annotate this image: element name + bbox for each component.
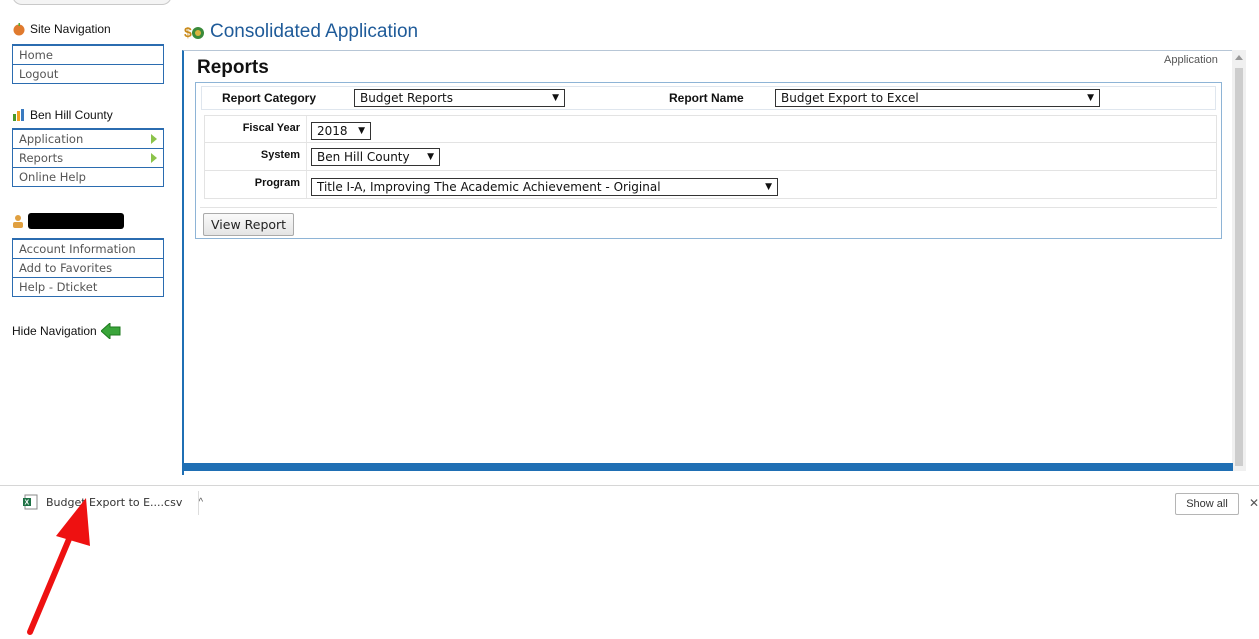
- download-bar: X Budget Export to E....csv ^ Show all ✕: [0, 485, 1259, 519]
- redacted-username: [28, 213, 124, 229]
- sidebar-item-logout[interactable]: Logout: [12, 65, 164, 84]
- site-navigation-header: Site Navigation: [12, 20, 111, 38]
- district-menu: Application Reports Online Help: [12, 128, 164, 187]
- row-divider: [306, 143, 307, 170]
- red-annotation-arrow-icon: [27, 498, 90, 635]
- system-value: Ben Hill County: [317, 150, 410, 164]
- system-select[interactable]: Ben Hill County ▼: [311, 148, 440, 166]
- sidebar-item-label: Application: [19, 132, 84, 146]
- app-title: $ Consolidated Application: [184, 21, 418, 43]
- user-menu: Account Information Add to Favorites Hel…: [12, 238, 164, 297]
- report-name-value: Budget Export to Excel: [781, 91, 919, 105]
- view-report-button[interactable]: View Report: [203, 213, 295, 236]
- fiscal-year-select[interactable]: 2018 ▼: [311, 122, 371, 140]
- money-logo-icon: $: [184, 24, 204, 40]
- application-corner-label: Application: [1164, 54, 1218, 66]
- report-category-value: Budget Reports: [360, 91, 454, 105]
- bar-chart-icon: [13, 109, 24, 121]
- sidebar-top-tab: [12, 0, 172, 5]
- apple-icon: [13, 23, 25, 36]
- sidebar-item-label: Reports: [19, 151, 64, 165]
- sidebar-item-application[interactable]: Application: [12, 130, 164, 149]
- program-row: Program Title I-A, Improving The Academi…: [204, 171, 1217, 199]
- frame-bottom-bar: [182, 463, 1233, 471]
- sidebar-item-label: Help - Dticket: [19, 280, 98, 294]
- expand-arrow-icon: [151, 153, 157, 163]
- sidebar-item-home[interactable]: Home: [12, 46, 164, 65]
- left-arrow-icon: [100, 323, 121, 339]
- report-form: Report Category Budget Reports ▼ Report …: [195, 82, 1222, 239]
- system-row: System Ben Hill County ▼: [204, 143, 1217, 171]
- expand-arrow-icon: [151, 134, 157, 144]
- dropdown-caret-icon: ▼: [765, 182, 772, 192]
- vertical-scrollbar[interactable]: [1232, 50, 1246, 471]
- scroll-up-icon[interactable]: [1235, 55, 1243, 60]
- row-divider: [306, 171, 307, 198]
- program-value: Title I-A, Improving The Academic Achiev…: [317, 180, 661, 194]
- fiscal-year-label: Fiscal Year: [242, 122, 300, 134]
- sidebar-item-label: Online Help: [19, 170, 86, 184]
- close-icon[interactable]: ✕: [1249, 496, 1259, 510]
- system-label: System: [260, 149, 300, 161]
- district-header: Ben Hill County: [12, 106, 113, 124]
- report-selector-row: Report Category Budget Reports ▼ Report …: [201, 86, 1216, 110]
- report-category-select[interactable]: Budget Reports ▼: [354, 89, 565, 107]
- show-all-button[interactable]: Show all: [1175, 493, 1239, 515]
- sidebar-item-add-to-favorites[interactable]: Add to Favorites: [12, 259, 164, 278]
- chevron-up-icon[interactable]: ^: [198, 497, 203, 508]
- row-divider: [306, 116, 307, 142]
- report-category-label: Report Category: [222, 91, 317, 105]
- report-name-label: Report Name: [669, 91, 744, 105]
- sidebar-item-online-help[interactable]: Online Help: [12, 168, 164, 187]
- program-select[interactable]: Title I-A, Improving The Academic Achiev…: [311, 178, 778, 196]
- hide-navigation-label: Hide Navigation: [12, 324, 97, 338]
- user-icon: [13, 215, 23, 228]
- dropdown-caret-icon: ▼: [552, 93, 559, 103]
- svg-text:$: $: [184, 24, 192, 40]
- program-label: Program: [254, 177, 300, 189]
- sidebar-item-label: Logout: [19, 67, 59, 81]
- dropdown-caret-icon: ▼: [358, 126, 365, 136]
- button-row: View Report: [200, 207, 1217, 238]
- sidebar-item-reports[interactable]: Reports: [12, 149, 164, 168]
- app-title-text: Consolidated Application: [210, 21, 419, 42]
- fiscal-year-row: Fiscal Year 2018 ▼: [204, 115, 1217, 143]
- fiscal-year-value: 2018: [317, 124, 348, 138]
- report-name-select[interactable]: Budget Export to Excel ▼: [775, 89, 1100, 107]
- page-title: Reports: [197, 57, 269, 78]
- sidebar-item-label: Account Information: [19, 242, 136, 256]
- dropdown-caret-icon: ▼: [1087, 93, 1094, 103]
- download-separator: [198, 491, 199, 515]
- district-title: Ben Hill County: [30, 108, 113, 122]
- scroll-thumb[interactable]: [1235, 68, 1243, 466]
- sidebar-item-label: Add to Favorites: [19, 261, 113, 275]
- site-navigation-title: Site Navigation: [30, 22, 111, 36]
- site-navigation-menu: Home Logout: [12, 44, 164, 84]
- dropdown-caret-icon: ▼: [427, 152, 434, 162]
- sidebar: Site Navigation Home Logout Ben Hill Cou…: [0, 0, 172, 480]
- sidebar-item-help-dticket[interactable]: Help - Dticket: [12, 278, 164, 297]
- sidebar-item-account-information[interactable]: Account Information: [12, 240, 164, 259]
- hide-navigation-link[interactable]: Hide Navigation: [12, 323, 121, 339]
- sidebar-item-label: Home: [19, 48, 53, 62]
- user-header: [12, 212, 124, 230]
